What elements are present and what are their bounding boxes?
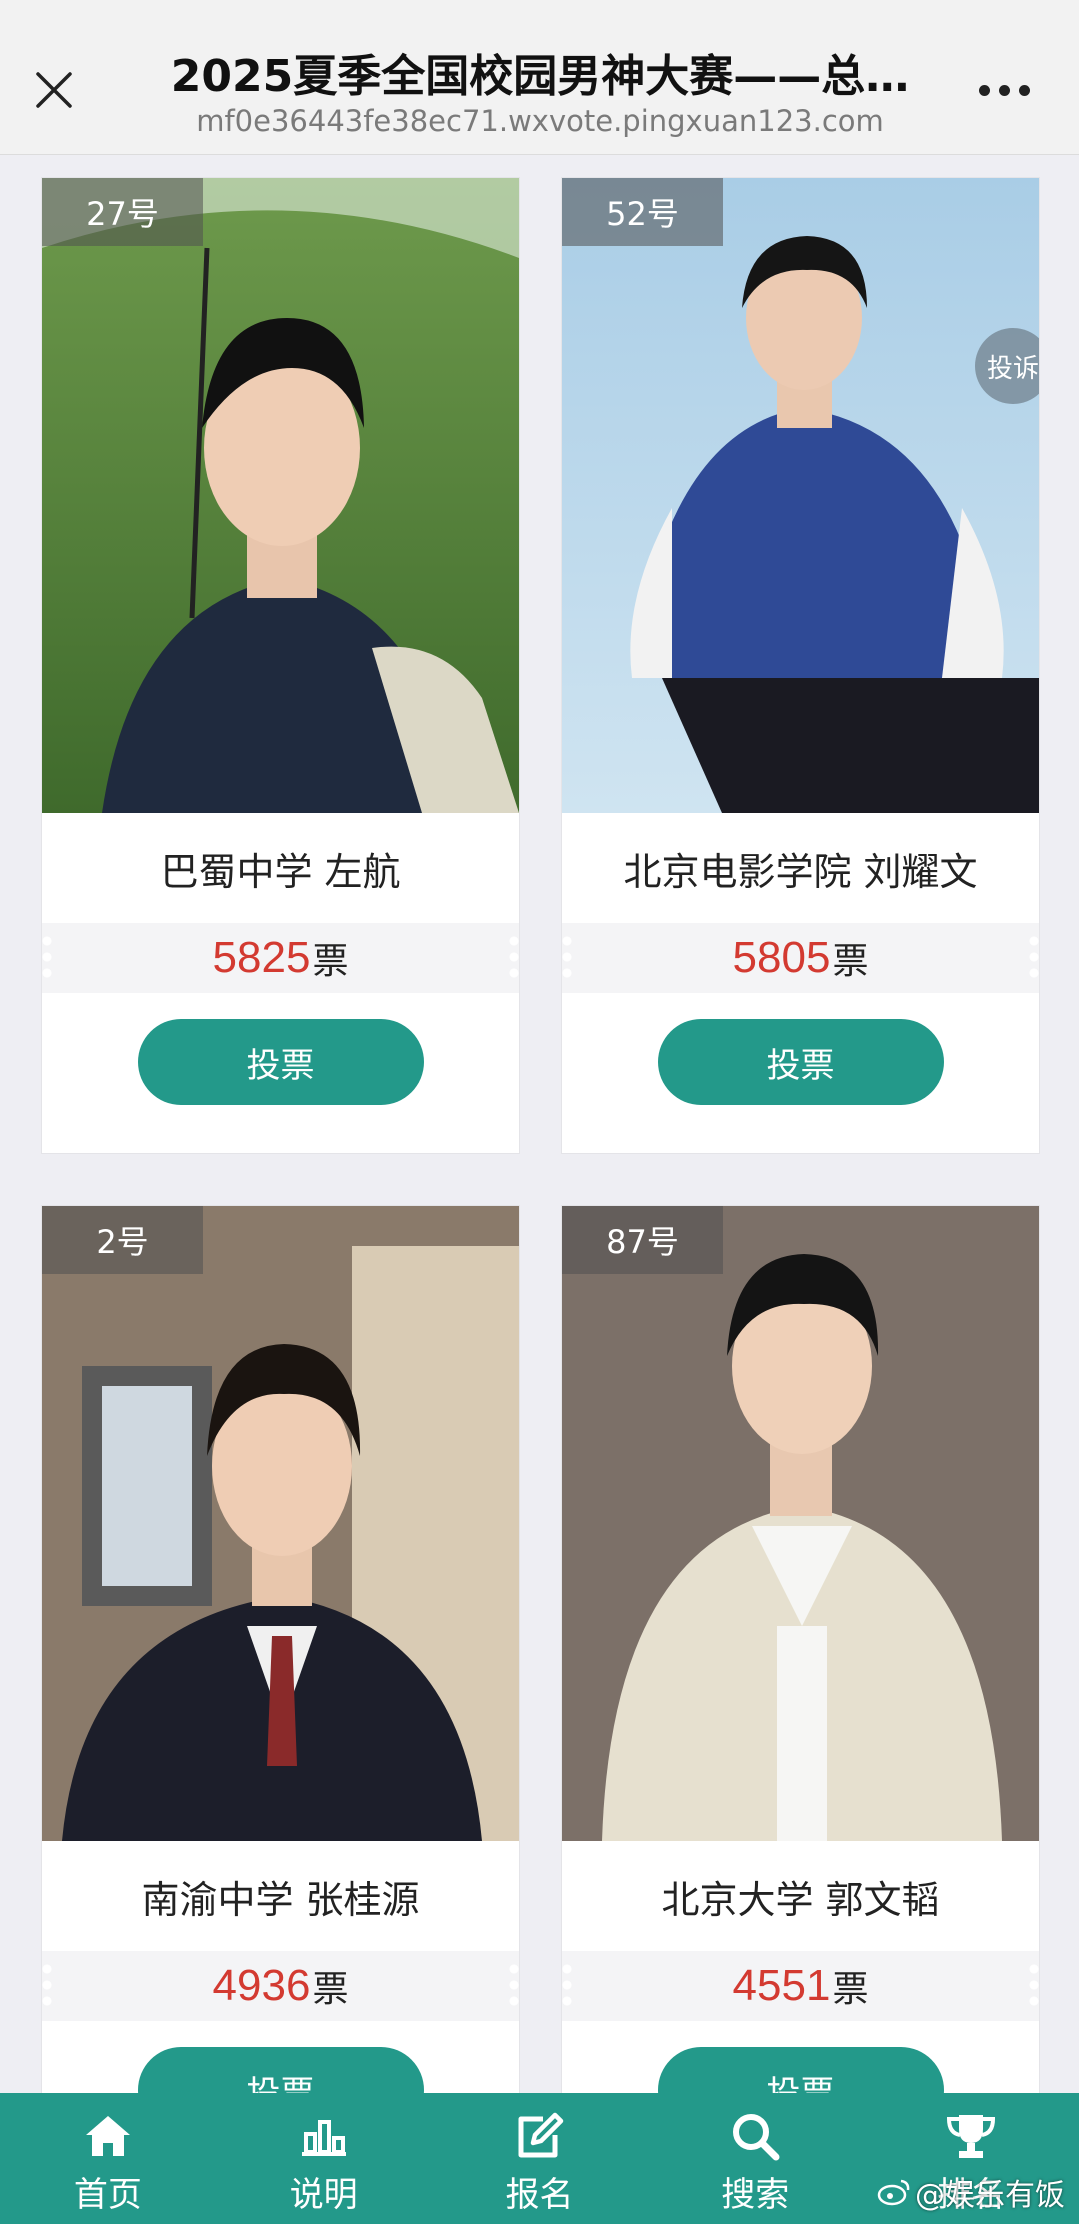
contestant-name: 北京大学 郭文韬 xyxy=(661,1877,940,1922)
page-url: mf0e36443fe38ec71.wxvote.pingxuan123.com xyxy=(196,104,884,138)
nav-item-info[interactable]: 说明 xyxy=(216,2093,432,2224)
vote-count: 4551 xyxy=(732,1961,831,2010)
more-dot-icon xyxy=(1018,84,1030,96)
nav-label: 首页 xyxy=(73,2175,142,2215)
vote-button[interactable]: 投票 xyxy=(657,2047,944,2093)
trophy-icon xyxy=(945,2111,997,2161)
vote-unit: 票 xyxy=(312,1969,349,2010)
contestant-number-badge: 52号 xyxy=(562,178,723,246)
watermark: @娱乐有饭 xyxy=(877,2170,1065,2214)
vote-button-wrap: 投票 xyxy=(42,993,519,1153)
more-options-button[interactable] xyxy=(968,68,1040,112)
contestant-card: 27号 巴蜀中学 左航 5825 票 投票 xyxy=(42,178,519,1153)
more-dot-icon xyxy=(978,84,990,96)
contestant-number-badge: 2号 xyxy=(42,1206,203,1274)
contestant-card: 87号 北京大学 郭文韬 4551 票 投票 xyxy=(562,1206,1039,2093)
vote-unit: 票 xyxy=(312,941,349,982)
top-bar: 2025夏季全国校园男神大赛——总… mf0e36443fe38ec71.wxv… xyxy=(0,0,1079,155)
contestant-grid: 27号 巴蜀中学 左航 5825 票 投票 52号 投诉 北京电影学院 刘耀文 … xyxy=(0,156,1079,2093)
contestant-name: 南渝中学 张桂源 xyxy=(141,1877,420,1922)
page-title: 2025夏季全国校园男神大赛——总… xyxy=(170,51,910,102)
vote-button-wrap: 投票 xyxy=(42,2021,519,2093)
weibo-icon xyxy=(877,2179,910,2206)
vote-count-row: 4551 票 xyxy=(562,1951,1039,2021)
nav-item-home[interactable]: 首页 xyxy=(0,2093,216,2224)
vote-unit: 票 xyxy=(832,941,869,982)
contestant-number-badge: 87号 xyxy=(562,1206,723,1274)
nav-label: 报名 xyxy=(505,2175,574,2215)
vote-count-row: 5825 票 xyxy=(42,923,519,993)
nav-label: 搜索 xyxy=(721,2175,790,2215)
vote-button[interactable]: 投票 xyxy=(657,1019,944,1105)
edit-icon xyxy=(513,2111,565,2161)
contestant-name: 北京电影学院 刘耀文 xyxy=(623,849,978,894)
more-dot-icon xyxy=(998,84,1010,96)
contestant-name: 巴蜀中学 左航 xyxy=(160,849,401,894)
vote-button-wrap: 投票 xyxy=(562,2021,1039,2093)
nav-label: 说明 xyxy=(289,2175,358,2215)
contestant-photo[interactable]: 27号 xyxy=(42,178,519,813)
nav-item-signup[interactable]: 报名 xyxy=(432,2093,648,2224)
home-icon xyxy=(82,2111,134,2161)
vote-button[interactable]: 投票 xyxy=(137,1019,424,1105)
contestant-number-badge: 27号 xyxy=(42,178,203,246)
vote-count-row: 4936 票 xyxy=(42,1951,519,2021)
search-icon xyxy=(729,2111,781,2161)
vote-button-wrap: 投票 xyxy=(562,993,1039,1153)
contestant-card: 2号 南渝中学 张桂源 4936 票 投票 xyxy=(42,1206,519,2093)
close-icon xyxy=(36,72,72,108)
contestant-card: 52号 投诉 北京电影学院 刘耀文 5805 票 投票 xyxy=(562,178,1039,1153)
chart-icon xyxy=(298,2111,350,2161)
watermark-text: @娱乐有饭 xyxy=(915,2178,1065,2213)
vote-count: 5825 xyxy=(212,933,311,982)
nav-item-search[interactable]: 搜索 xyxy=(647,2093,863,2224)
vote-count: 4936 xyxy=(212,1961,311,2010)
vote-unit: 票 xyxy=(832,1969,869,2010)
contestant-photo[interactable]: 2号 xyxy=(42,1206,519,1841)
contestant-photo[interactable]: 87号 xyxy=(562,1206,1039,1841)
contestant-photo[interactable]: 52号 投诉 xyxy=(562,178,1039,813)
vote-button[interactable]: 投票 xyxy=(137,2047,424,2093)
close-button[interactable] xyxy=(22,58,86,122)
vote-count-row: 5805 票 xyxy=(562,923,1039,993)
vote-count: 5805 xyxy=(732,933,831,982)
